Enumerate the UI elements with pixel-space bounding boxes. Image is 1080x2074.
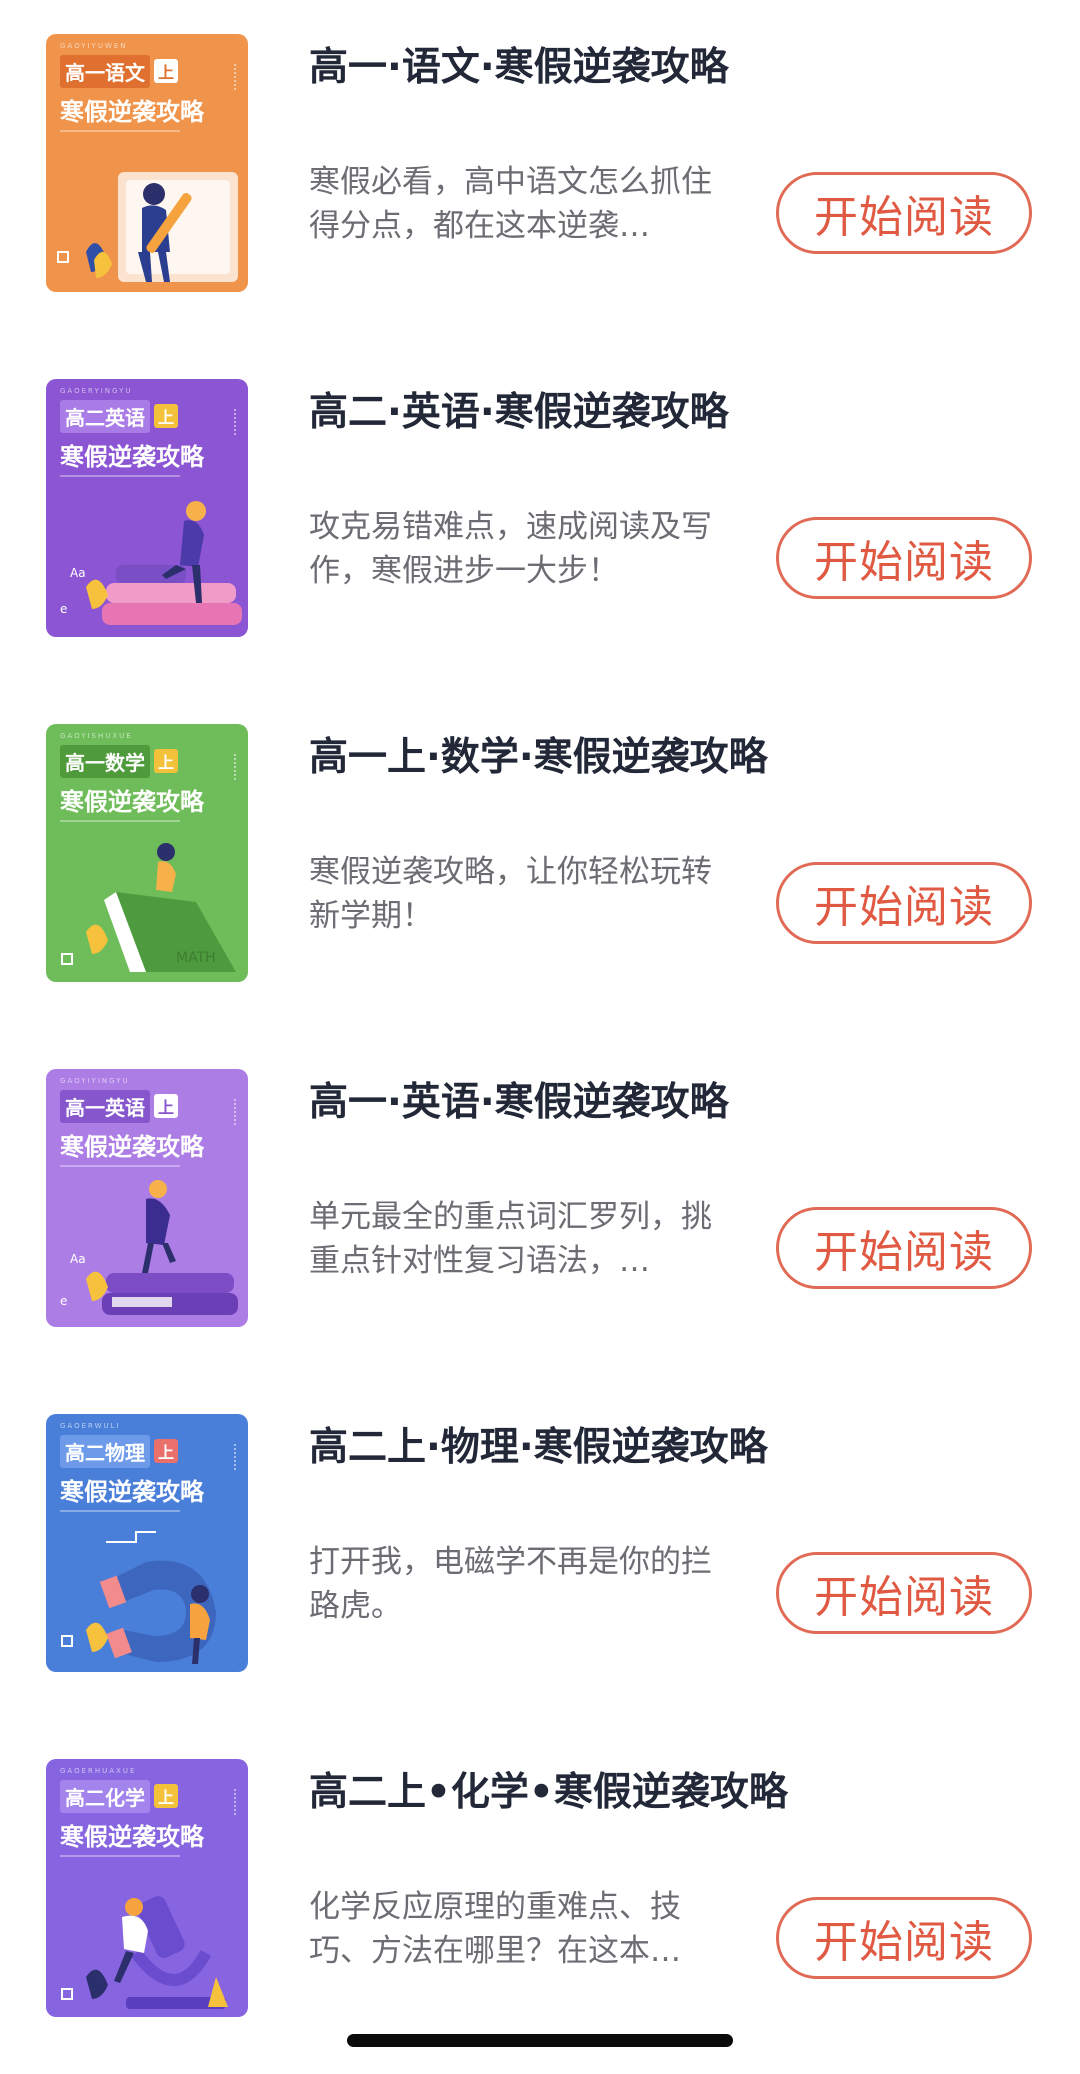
student-climbing-books-illustration: Aa e [60,1180,238,1315]
book-item-chinese-g1[interactable]: GAOYIYUWEN 高一语文 上 寒假逆袭攻略 高一·语文·寒假逆袭攻略 寒假… [0,0,1080,345]
cover-tag: 高二物理 上 [60,1434,178,1468]
book-cover[interactable]: GAOYIYINGYU 高一英语 上 寒假逆袭攻略 Aa e [46,1069,248,1327]
book-title[interactable]: 高二上•化学•寒假逆袭攻略 [309,1761,788,1817]
book-cover[interactable]: GAOERHUAXUE 高二化学 上 寒假逆袭攻略 [46,1759,248,2017]
cover-subject: 高一数学 [60,744,150,778]
magnet-student-illustration [61,1531,216,1664]
home-indicator-bar[interactable] [347,2034,733,2047]
cover-title: 寒假逆袭攻略 [60,98,204,126]
cover-subject: 高一语文 [60,54,150,88]
cover-pinyin: GAOYIYINGYU [60,1077,130,1085]
cover-subject: 高一英语 [60,1089,150,1123]
book-description: 寒假逆袭攻略，让你轻松玩转新学期！ [309,854,712,934]
cover-pinyin: GAOERHUAXUE [60,1767,137,1775]
start-reading-button[interactable]: 开始阅读 [776,862,1032,944]
cover-grade-badge: 上 [154,404,178,428]
student-writing-illustration [57,172,238,282]
cover-title: 寒假逆袭攻略 [60,1823,204,1851]
cover-grade-badge: 上 [154,59,178,83]
book-item-math-g1[interactable]: GAOYISHUXUE 高一数学 上 寒假逆袭攻略 MATH 高一上·数学·寒假… [0,690,1080,1035]
book-cover[interactable]: GAOYISHUXUE 高一数学 上 寒假逆袭攻略 MATH [46,724,248,982]
student-on-books-illustration: Aa e [60,501,242,625]
cover-pinyin: GAOYIYUWEN [60,42,128,50]
book-item-chemistry-g2[interactable]: GAOERHUAXUE 高二化学 上 寒假逆袭攻略 高二上•化学•寒假逆袭攻略 … [0,1725,1080,2070]
book-title[interactable]: 高二上·物理·寒假逆袭攻略 [309,1416,768,1472]
start-reading-button[interactable]: 开始阅读 [776,1897,1032,1979]
book-title[interactable]: 高一·语文·寒假逆袭攻略 [309,36,729,92]
cover-pinyin: GAOERYINGYU [60,387,133,395]
cover-grade-badge: 上 [154,1439,178,1463]
cover-tag: 高二英语 上 [60,399,178,433]
book-description: 单元最全的重点词汇罗列，挑重点针对性复习语法，… [309,1199,712,1279]
book-cover[interactable]: GAOERWULI 高二物理 上 寒假逆袭攻略 [46,1414,248,1672]
cover-tag: 高一数学 上 [60,744,178,778]
cover-subject: 高二物理 [60,1434,150,1468]
student-on-math-book-illustration: MATH [61,843,236,972]
math-text-decoration: MATH [176,950,216,966]
cover-title: 寒假逆袭攻略 [60,1133,204,1161]
start-reading-button[interactable]: 开始阅读 [776,1207,1032,1289]
cover-dots-decoration [226,1099,236,1125]
book-cover[interactable]: GAOYIYUWEN 高一语文 上 寒假逆袭攻略 [46,34,248,292]
cover-dots-decoration [226,1789,236,1815]
book-description: 寒假必看，高中语文怎么抓住得分点，都在这本逆袭… [309,164,712,244]
book-item-english-g2[interactable]: GAOERYINGYU 高二英语 上 寒假逆袭攻略 Aa e 高二·英语·寒假逆… [0,345,1080,690]
cover-tag: 高一语文 上 [60,54,178,88]
cover-grade-badge: 上 [154,1784,178,1808]
book-item-physics-g2[interactable]: GAOERWULI 高二物理 上 寒假逆袭攻略 高二上·物理·寒假逆袭攻略 打开… [0,1380,1080,1725]
cover-dots-decoration [226,64,236,90]
book-description: 化学反应原理的重难点、技巧、方法在哪里？在这本… [309,1889,681,1969]
cover-pinyin: GAOERWULI [60,1422,121,1430]
start-reading-button[interactable]: 开始阅读 [776,1552,1032,1634]
book-description: 打开我，电磁学不再是你的拦路虎。 [309,1544,712,1624]
cover-title: 寒假逆袭攻略 [60,443,204,471]
cover-dots-decoration [226,409,236,435]
book-description: 攻克易错难点，速成阅读及写作，寒假进步一大步！ [309,509,712,589]
book-title[interactable]: 高一·英语·寒假逆袭攻略 [309,1071,729,1127]
start-reading-button[interactable]: 开始阅读 [776,172,1032,254]
e-decoration: e [60,1294,67,1308]
microscope-student-illustration [61,1896,228,2009]
cover-title: 寒假逆袭攻略 [60,1478,204,1506]
aa-decoration: Aa [70,1252,86,1266]
aa-decoration: Aa [70,566,86,580]
cover-subject: 高二化学 [60,1779,150,1813]
cover-dots-decoration [226,754,236,780]
cover-tag: 高一英语 上 [60,1089,178,1123]
book-cover[interactable]: GAOERYINGYU 高二英语 上 寒假逆袭攻略 Aa e [46,379,248,637]
start-reading-button[interactable]: 开始阅读 [776,517,1032,599]
book-title[interactable]: 高二·英语·寒假逆袭攻略 [309,381,729,437]
cover-tag: 高二化学 上 [60,1779,178,1813]
e-decoration: e [60,602,67,616]
cover-title: 寒假逆袭攻略 [60,788,204,816]
book-item-english-g1[interactable]: GAOYIYINGYU 高一英语 上 寒假逆袭攻略 Aa e 高一·英语·寒假逆… [0,1035,1080,1380]
cover-subject: 高二英语 [60,399,150,433]
cover-grade-badge: 上 [154,1094,178,1118]
cover-dots-decoration [226,1444,236,1470]
book-title[interactable]: 高一上·数学·寒假逆袭攻略 [309,726,768,782]
cover-grade-badge: 上 [154,749,178,773]
cover-pinyin: GAOYISHUXUE [60,732,133,740]
